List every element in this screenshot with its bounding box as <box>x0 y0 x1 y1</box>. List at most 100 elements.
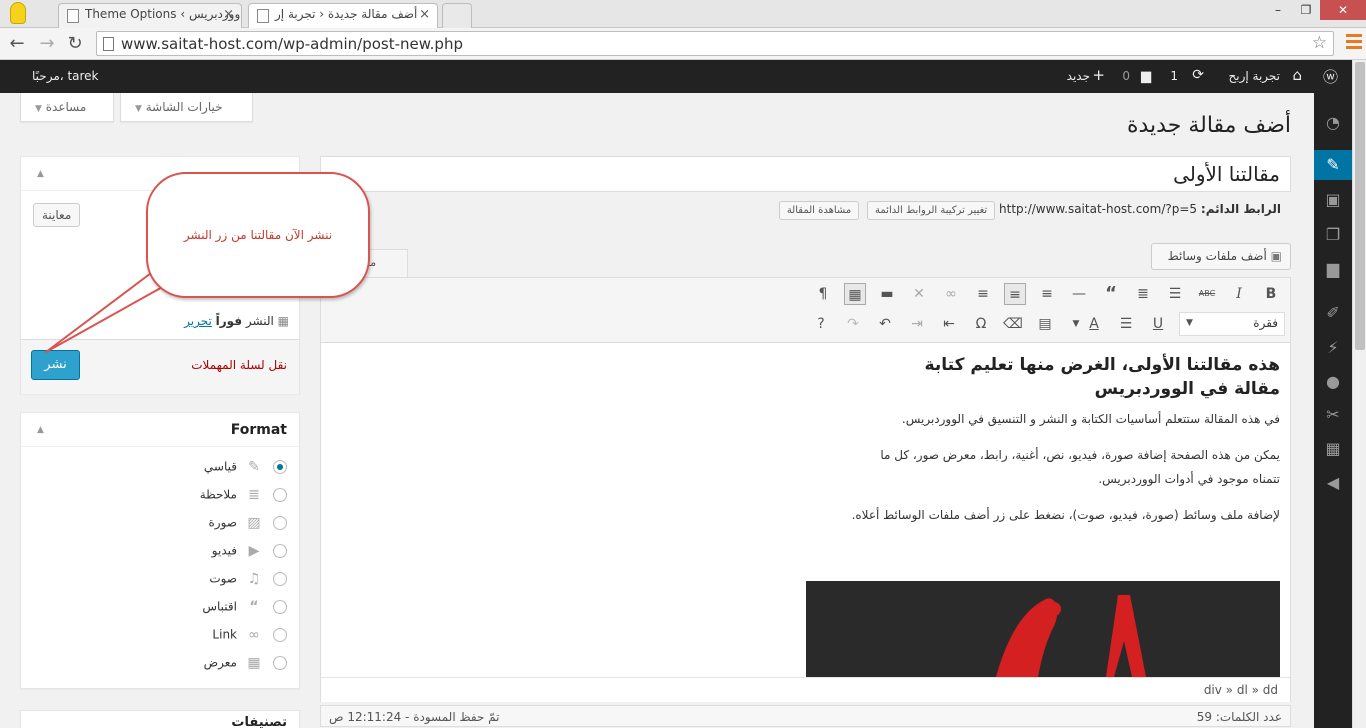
collapse-arrow-icon[interactable]: ▲ <box>37 169 44 179</box>
restore-button[interactable]: ❐ <box>1292 0 1320 20</box>
outdent-icon[interactable]: ⇤ <box>938 313 960 335</box>
updates-icon[interactable]: ⟳ <box>1192 67 1204 83</box>
pages-icon[interactable]: ❐ <box>1314 220 1352 250</box>
format-option-image[interactable]: ▨صورة <box>209 515 287 537</box>
browser-tab-new-post[interactable]: أضف مقالة جديدة ‹ تجربة إر × <box>248 3 438 28</box>
collapse-menu-icon[interactable]: ◀ <box>1314 468 1352 498</box>
bold-icon[interactable]: B <box>1260 283 1282 305</box>
collapse-arrow-icon[interactable]: ▲ <box>37 425 44 435</box>
align-right-icon[interactable]: ≡ <box>972 283 994 305</box>
scrollbar-thumb[interactable] <box>1355 62 1365 350</box>
undo-icon[interactable]: ↶ <box>874 313 896 335</box>
screen-options-button[interactable]: ▼ خيارات الشاشة <box>120 93 253 122</box>
fullscreen-paragraph-icon[interactable]: ¶ <box>812 283 834 305</box>
radio-button[interactable] <box>273 656 287 670</box>
radio-button[interactable] <box>273 628 287 642</box>
read-more-icon[interactable]: ▬ <box>876 283 898 305</box>
tools-icon[interactable]: ✂ <box>1314 400 1352 430</box>
view-post-button[interactable]: مشاهدة المقالة <box>778 201 860 220</box>
radio-button[interactable] <box>273 488 287 502</box>
format-option-audio[interactable]: ♫صوت <box>209 571 287 593</box>
horizontal-rule-icon[interactable]: — <box>1068 283 1090 305</box>
clear-formatting-icon[interactable]: ⌫ <box>1002 313 1024 335</box>
browser-tab-theme-options[interactable]: Theme Options ‹ ووردبريس × <box>58 3 242 28</box>
new-tab-button[interactable] <box>442 3 472 28</box>
blockquote-icon[interactable]: “ <box>1100 283 1122 305</box>
radio-button[interactable] <box>273 460 287 474</box>
updates-count[interactable]: 1 <box>1170 69 1178 83</box>
content-image[interactable] <box>806 581 1280 677</box>
change-permalink-button[interactable]: تغيير تركيبة الروابط الدائمة <box>867 201 996 220</box>
close-icon[interactable]: × <box>223 7 234 22</box>
bullet-list-icon[interactable]: ☰ <box>1164 283 1186 305</box>
close-icon[interactable]: × <box>419 7 430 22</box>
underline-icon[interactable]: U <box>1147 313 1169 335</box>
format-option-link[interactable]: ∞Link <box>212 627 287 649</box>
strikethrough-icon[interactable]: ABC <box>1196 283 1218 305</box>
format-option-quote[interactable]: “اقتباس <box>202 599 287 621</box>
paste-text-icon[interactable]: ▤ <box>1034 313 1056 335</box>
add-media-button[interactable]: ▣ أضف ملفات وسائط <box>1151 243 1291 270</box>
comments-icon[interactable]: ▆ <box>1314 254 1352 284</box>
back-arrow-icon[interactable]: ← <box>6 33 28 54</box>
radio-button[interactable] <box>273 572 287 586</box>
categories-box-title[interactable]: تصنيفات <box>21 711 299 728</box>
preview-button[interactable]: معاينة <box>33 203 81 227</box>
comments-count[interactable]: 0 <box>1122 69 1130 83</box>
radio-button[interactable] <box>273 600 287 614</box>
media-icon[interactable]: ▣ <box>1314 185 1352 215</box>
help-button[interactable]: ▼ مساعدة <box>20 93 114 122</box>
forward-arrow-icon[interactable]: → <box>36 33 58 54</box>
close-window-button[interactable]: ✕ <box>1320 0 1366 20</box>
format-option-gallery[interactable]: ▦معرض <box>204 655 287 677</box>
indent-icon[interactable]: ⇥ <box>906 313 928 335</box>
special-character-icon[interactable]: Ω <box>970 313 992 335</box>
site-name-link[interactable]: تجربة إربح <box>1228 69 1280 83</box>
my-account-greeting[interactable]: مرحبًا، tarek <box>32 69 99 83</box>
address-bar[interactable]: www.saitat-host.com/wp-admin/post-new.ph… <box>96 31 1334 56</box>
format-option-standard[interactable]: ✎قياسي <box>204 459 287 481</box>
permalink-url[interactable]: http://www.saitat-host.com/?p=5 <box>999 202 1197 216</box>
format-option-aside[interactable]: ≣ملاحظة <box>200 487 287 509</box>
radio-button[interactable] <box>273 516 287 530</box>
numbered-list-icon[interactable]: ≣ <box>1132 283 1154 305</box>
dashboard-icon[interactable]: ◔ <box>1314 108 1352 138</box>
toolbar-toggle-icon[interactable]: ▦ <box>844 283 866 305</box>
format-option-video[interactable]: ▶فيديو <box>212 543 287 565</box>
new-content-link[interactable]: جديد <box>1067 69 1090 83</box>
page-scrollbar[interactable] <box>1352 60 1366 728</box>
reload-icon[interactable]: ↻ <box>64 33 86 54</box>
settings-icon[interactable]: ▦ <box>1314 434 1352 464</box>
editor-content[interactable]: هذه مقالتنا الأولى، الغرض منها تعليم كتا… <box>350 353 1280 527</box>
edit-publish-time-link[interactable]: تحرير <box>184 314 212 328</box>
italic-icon[interactable]: I <box>1228 283 1250 305</box>
bookmark-star-icon[interactable]: ☆ <box>1312 33 1327 53</box>
plus-icon[interactable]: + <box>1092 66 1105 84</box>
redo-icon[interactable]: ↷ <box>842 313 864 335</box>
appearance-icon[interactable]: ✐ <box>1314 298 1352 328</box>
comment-icon[interactable]: ▆ <box>1141 69 1151 84</box>
radio-button[interactable] <box>273 544 287 558</box>
align-left-icon[interactable]: ≡ <box>1036 283 1058 305</box>
post-title-input[interactable] <box>320 156 1291 192</box>
users-icon[interactable]: ● <box>1314 367 1352 397</box>
justify-icon[interactable]: ☰ <box>1115 313 1137 335</box>
wordpress-logo-icon[interactable]: ⓦ <box>1323 66 1338 87</box>
browser-menu-icon[interactable] <box>1346 34 1362 52</box>
format-box-title[interactable]: ▲ Format <box>21 413 299 447</box>
content-paragraph: لإضافة ملف وسائط (صورة، فيديو، صوت)، نضغ… <box>851 508 1280 522</box>
chevron-down-icon[interactable]: ▼ <box>1065 313 1087 335</box>
format-select[interactable]: فقرة ▼ <box>1179 312 1285 336</box>
wp-admin-bar: ⓦ ⌂ تجربة إربح ⟳ 1 ▆ 0 + جديد مرحبًا، ta… <box>0 60 1352 93</box>
move-to-trash-link[interactable]: نقل لسلة المهملات <box>191 358 287 372</box>
link-icon[interactable]: ∞ <box>940 283 962 305</box>
plugins-icon[interactable]: ⚡ <box>1314 333 1352 363</box>
home-icon[interactable]: ⌂ <box>1292 66 1302 84</box>
minimize-button[interactable]: – <box>1264 0 1292 20</box>
posts-pin-icon[interactable]: ✎ <box>1314 150 1352 180</box>
publish-button[interactable]: نشر <box>31 350 80 380</box>
align-center-icon[interactable]: ≡ <box>1004 283 1026 305</box>
help-icon[interactable]: ? <box>810 313 832 335</box>
autosave-status: تمّ حفظ المسودة - 12:11:24 ص <box>329 710 500 724</box>
unlink-icon[interactable]: ✕ <box>908 283 930 305</box>
